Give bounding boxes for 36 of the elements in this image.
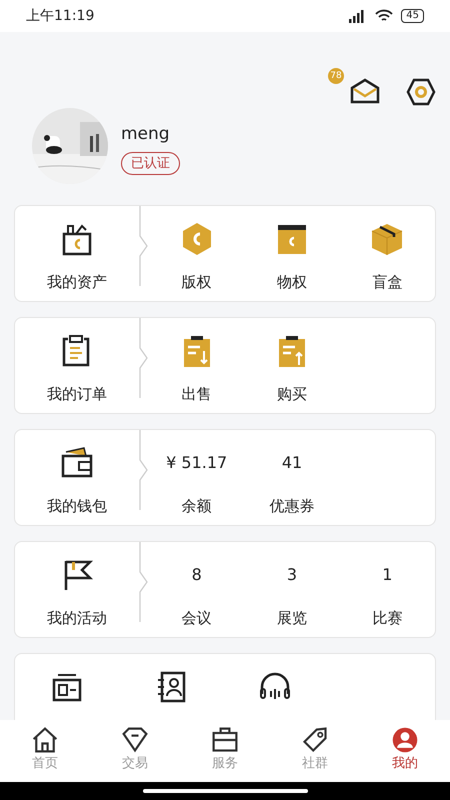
item-value: ¥ 51.17 [166,452,228,474]
battery-indicator: 45 [401,9,424,23]
wifi-icon [375,9,394,23]
count-badge: 78 [328,68,344,84]
item-label[interactable]: 版权 [182,271,212,294]
item-value: 41 [282,452,302,474]
item-label[interactable]: 比赛 [372,607,402,630]
item-label[interactable]: 展览 [276,607,307,630]
user-icon [391,726,419,754]
item-value: 1 [382,564,392,586]
item-label[interactable]: 盲盒 [372,271,402,294]
package-icon [370,222,404,256]
diamond-icon [121,726,149,754]
home-icon [31,726,59,754]
mail-icon[interactable] [350,78,380,104]
user-name: meng [121,123,171,146]
item-label[interactable]: 余额 [182,495,212,518]
item-label[interactable]: 出售 [182,383,212,406]
wallet-icon [60,446,94,480]
item-value: 3 [286,564,298,586]
tab-button[interactable]: 我的 [360,720,450,782]
verified-tag: 已认证 [121,152,180,175]
item-label[interactable]: 物权 [276,271,307,294]
item-label[interactable]: 购买 [276,383,307,406]
section-title[interactable]: 我的钱包 [47,495,107,518]
briefcase-icon [211,726,239,754]
tag-icon [301,726,329,754]
settings-icon[interactable] [406,78,436,106]
basket-icon [60,222,94,256]
section-title[interactable]: 我的活动 [47,607,107,630]
status-time: 上午11:19 [26,6,94,26]
item-label[interactable]: 会议 [182,607,212,630]
item-value: 8 [192,564,202,586]
item-label[interactable]: 优惠券 [269,495,314,518]
section-title[interactable]: 我的订单 [47,383,107,406]
section-title[interactable]: 我的资产 [47,271,107,294]
